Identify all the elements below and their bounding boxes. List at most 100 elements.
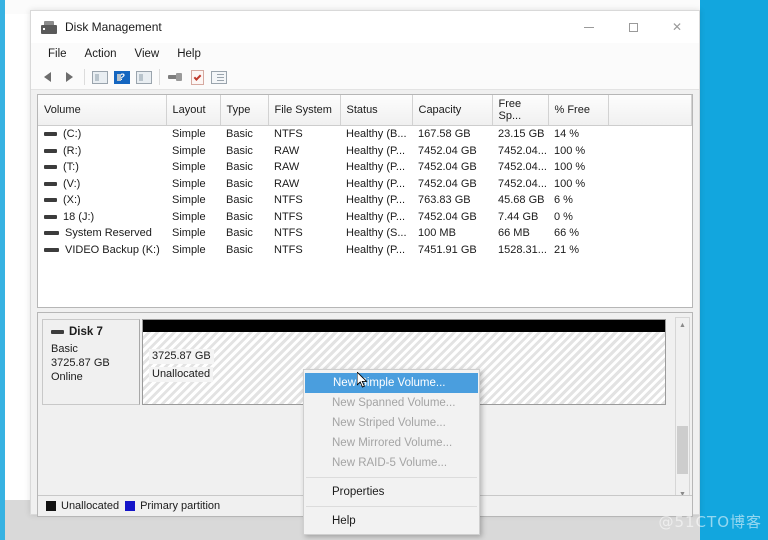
volume-table-body: (C:)SimpleBasicNTFSHealthy (B...167.58 G…	[38, 126, 692, 259]
disk-type: Basic	[51, 342, 131, 356]
menu-bar: File Action View Help	[31, 43, 699, 65]
cell-volume-label: VIDEO Backup (K:)	[65, 244, 160, 256]
column-header-type[interactable]: Type	[220, 95, 268, 126]
cell-layout: Simple	[166, 225, 220, 242]
menu-help[interactable]: Help	[168, 46, 210, 62]
column-header-volume[interactable]: Volume	[38, 95, 166, 126]
cell-volume: (C:)	[38, 126, 166, 143]
minimize-button[interactable]	[567, 11, 611, 43]
cell-volume-label: System Reserved	[65, 227, 152, 239]
menu-file[interactable]: File	[39, 46, 76, 62]
watermark: @51CTO博客	[658, 511, 762, 532]
cell-capacity: 763.83 GB	[412, 192, 492, 209]
connect-icon[interactable]	[165, 67, 185, 87]
cell-status: Healthy (B...	[340, 126, 412, 143]
cell-layout: Simple	[166, 126, 220, 143]
column-header-status[interactable]: Status	[340, 95, 412, 126]
cell-spare	[608, 143, 692, 160]
table-row[interactable]: (C:)SimpleBasicNTFSHealthy (B...167.58 G…	[38, 126, 692, 143]
table-row[interactable]: VIDEO Backup (K:)SimpleBasicNTFSHealthy …	[38, 242, 692, 259]
menu-item-properties[interactable]: Properties	[304, 482, 479, 502]
column-header-layout[interactable]: Layout	[166, 95, 220, 126]
scrollbar-thumb[interactable]	[677, 426, 688, 474]
volume-bar-icon	[44, 165, 57, 169]
volume-bar-icon	[44, 182, 57, 186]
cell-type: Basic	[220, 209, 268, 226]
volume-bar-icon	[44, 248, 59, 252]
column-header-percent-free[interactable]: % Free	[548, 95, 608, 126]
table-row[interactable]: (T:)SimpleBasicRAWHealthy (P...7452.04 G…	[38, 159, 692, 176]
cell-free-space: 7452.04...	[492, 159, 548, 176]
up-one-level-icon[interactable]	[90, 67, 110, 87]
refresh-icon[interactable]	[187, 67, 207, 87]
column-header-free-space[interactable]: Free Sp...	[492, 95, 548, 126]
partition-color-bar	[143, 320, 665, 332]
cell-file-system: NTFS	[268, 192, 340, 209]
menu-action[interactable]: Action	[76, 46, 126, 62]
cell-volume-label: (C:)	[63, 128, 81, 140]
menu-view[interactable]: View	[126, 46, 169, 62]
column-header-capacity[interactable]: Capacity	[412, 95, 492, 126]
help-icon[interactable]: ?	[112, 67, 132, 87]
cell-spare	[608, 225, 692, 242]
context-menu: New Simple Volume... New Spanned Volume.…	[303, 369, 480, 535]
cell-file-system: RAW	[268, 143, 340, 160]
disk-panel-scrollbar[interactable]: ▲ ▼	[675, 317, 690, 502]
cell-volume: 18 (J:)	[38, 209, 166, 226]
window-title: Disk Management	[65, 20, 162, 34]
column-header-spare[interactable]	[608, 95, 692, 126]
legend-item-primary-partition: Primary partition	[125, 500, 220, 512]
menu-item-new-simple-volume[interactable]: New Simple Volume...	[305, 373, 478, 393]
volume-bar-icon	[44, 149, 57, 153]
cell-percent-free: 100 %	[548, 159, 608, 176]
cell-spare	[608, 126, 692, 143]
cell-file-system: NTFS	[268, 126, 340, 143]
column-header-file-system[interactable]: File System	[268, 95, 340, 126]
cell-file-system: RAW	[268, 176, 340, 193]
cell-free-space: 7.44 GB	[492, 209, 548, 226]
scroll-up-arrow-icon[interactable]: ▲	[676, 318, 689, 332]
window-titlebar[interactable]: Disk Management ✕	[31, 11, 699, 43]
disk-info-box[interactable]: Disk 7 Basic 3725.87 GB Online	[42, 319, 140, 405]
volume-bar-icon	[44, 132, 57, 136]
cell-type: Basic	[220, 192, 268, 209]
cell-capacity: 7452.04 GB	[412, 176, 492, 193]
cell-file-system: NTFS	[268, 209, 340, 226]
close-button[interactable]: ✕	[655, 11, 699, 43]
cell-volume-label: (X:)	[63, 194, 81, 206]
properties-icon[interactable]	[134, 67, 154, 87]
table-row[interactable]: (R:)SimpleBasicRAWHealthy (P...7452.04 G…	[38, 143, 692, 160]
cell-spare	[608, 176, 692, 193]
maximize-button[interactable]	[611, 11, 655, 43]
desktop-right-accent	[700, 0, 768, 540]
table-row[interactable]: 18 (J:)SimpleBasicNTFSHealthy (P...7452.…	[38, 209, 692, 226]
cell-free-space: 45.68 GB	[492, 192, 548, 209]
table-row[interactable]: (V:)SimpleBasicRAWHealthy (P...7452.04 G…	[38, 176, 692, 193]
window-controls: ✕	[567, 11, 699, 43]
disk-name: Disk 7	[69, 326, 103, 338]
cell-capacity: 7451.91 GB	[412, 242, 492, 259]
forward-arrow-icon[interactable]	[59, 67, 79, 87]
volume-table: Volume Layout Type File System Status Ca…	[38, 95, 692, 258]
table-row[interactable]: System ReservedSimpleBasicNTFSHealthy (S…	[38, 225, 692, 242]
volume-list[interactable]: Volume Layout Type File System Status Ca…	[37, 94, 693, 308]
mouse-cursor-icon	[357, 372, 368, 388]
cell-percent-free: 0 %	[548, 209, 608, 226]
cell-volume: (T:)	[38, 159, 166, 176]
cell-layout: Simple	[166, 242, 220, 259]
cell-free-space: 66 MB	[492, 225, 548, 242]
menu-item-help[interactable]: Help	[304, 511, 479, 531]
disk-management-icon	[41, 21, 57, 34]
show-hide-console-tree-icon[interactable]	[209, 67, 229, 87]
cell-layout: Simple	[166, 192, 220, 209]
table-row[interactable]: (X:)SimpleBasicNTFSHealthy (P...763.83 G…	[38, 192, 692, 209]
cell-free-space: 1528.31...	[492, 242, 548, 259]
cell-volume-label: (R:)	[63, 145, 81, 157]
disk-icon	[51, 330, 64, 334]
back-arrow-icon[interactable]	[37, 67, 57, 87]
cell-capacity: 7452.04 GB	[412, 209, 492, 226]
cell-file-system: NTFS	[268, 225, 340, 242]
cell-spare	[608, 242, 692, 259]
cell-volume: (X:)	[38, 192, 166, 209]
legend-item-unallocated: Unallocated	[46, 500, 119, 512]
